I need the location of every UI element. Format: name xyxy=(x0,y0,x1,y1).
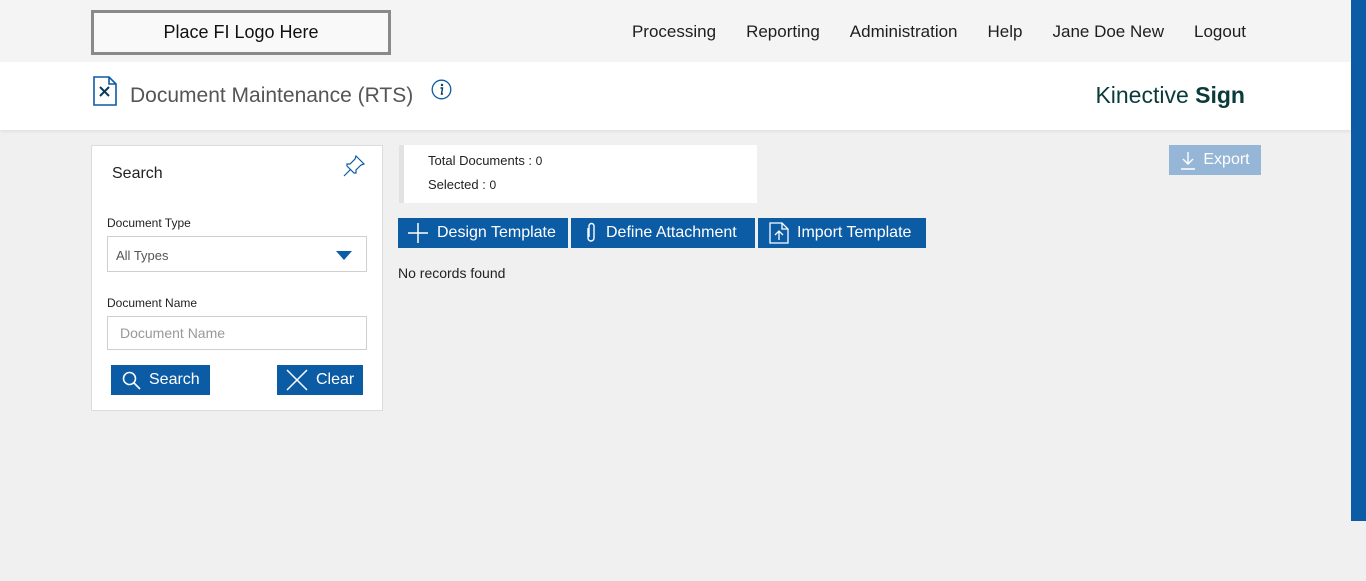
paperclip-icon xyxy=(587,222,595,242)
info-icon[interactable] xyxy=(431,79,452,100)
brand-text-bold: Sign xyxy=(1195,82,1245,108)
search-button[interactable]: Search xyxy=(111,365,210,395)
pin-icon[interactable] xyxy=(342,154,366,178)
download-icon xyxy=(1181,151,1196,170)
document-type-label: Document Type xyxy=(107,216,191,230)
document-type-value: All Types xyxy=(116,248,169,263)
import-template-label: Import Template xyxy=(797,224,912,241)
nav-administration[interactable]: Administration xyxy=(850,22,958,42)
export-button[interactable]: Export xyxy=(1169,145,1261,175)
selected-value: 0 xyxy=(489,178,497,192)
plus-icon xyxy=(408,223,428,243)
total-documents: Total Documents : 0 xyxy=(428,153,542,168)
nav-reporting[interactable]: Reporting xyxy=(746,22,820,42)
document-tools-icon xyxy=(93,76,117,106)
nav-logout[interactable]: Logout xyxy=(1194,22,1246,42)
fi-logo-placeholder: Place FI Logo Here xyxy=(91,10,391,55)
document-type-select[interactable]: All Types xyxy=(107,236,367,272)
search-panel: Search Document Type All Types Document … xyxy=(91,145,383,411)
brand-logo: Kinective Sign xyxy=(1095,82,1245,109)
document-name-label: Document Name xyxy=(107,296,198,310)
search-panel-title: Search xyxy=(112,165,163,182)
define-attachment-label: Define Attachment xyxy=(606,224,737,241)
nav-processing[interactable]: Processing xyxy=(632,22,716,42)
page-title: Document Maintenance (RTS) xyxy=(130,84,414,107)
selected-label: Selected : xyxy=(428,177,490,192)
nav-user[interactable]: Jane Doe New xyxy=(1052,22,1164,42)
document-name-input[interactable] xyxy=(107,316,367,350)
file-upload-icon xyxy=(769,222,789,244)
total-documents-value: 0 xyxy=(535,154,543,168)
caret-down-icon xyxy=(336,251,352,260)
right-edge-strip xyxy=(1351,0,1366,521)
define-attachment-button[interactable]: Define Attachment xyxy=(571,218,755,248)
empty-results-message: No records found xyxy=(398,265,506,281)
document-summary: Total Documents : 0 Selected : 0 xyxy=(399,145,757,203)
top-bar: Place FI Logo Here Processing Reporting … xyxy=(0,0,1351,62)
import-template-button[interactable]: Import Template xyxy=(758,218,926,248)
clear-button[interactable]: Clear xyxy=(277,365,363,395)
selected-count: Selected : 0 xyxy=(428,177,496,192)
design-template-label: Design Template xyxy=(437,224,556,241)
export-button-label: Export xyxy=(1203,151,1250,168)
clear-button-label: Clear xyxy=(316,371,355,388)
total-documents-label: Total Documents : xyxy=(428,153,536,168)
close-icon xyxy=(286,369,308,391)
nav-help[interactable]: Help xyxy=(988,22,1023,42)
design-template-button[interactable]: Design Template xyxy=(398,218,568,248)
search-icon xyxy=(122,371,141,390)
search-button-label: Search xyxy=(149,371,200,388)
main-nav: Processing Reporting Administration Help… xyxy=(632,22,1246,42)
brand-text-light: Kinective xyxy=(1095,82,1196,108)
page-header: Document Maintenance (RTS) Kinective Sig… xyxy=(0,62,1351,130)
